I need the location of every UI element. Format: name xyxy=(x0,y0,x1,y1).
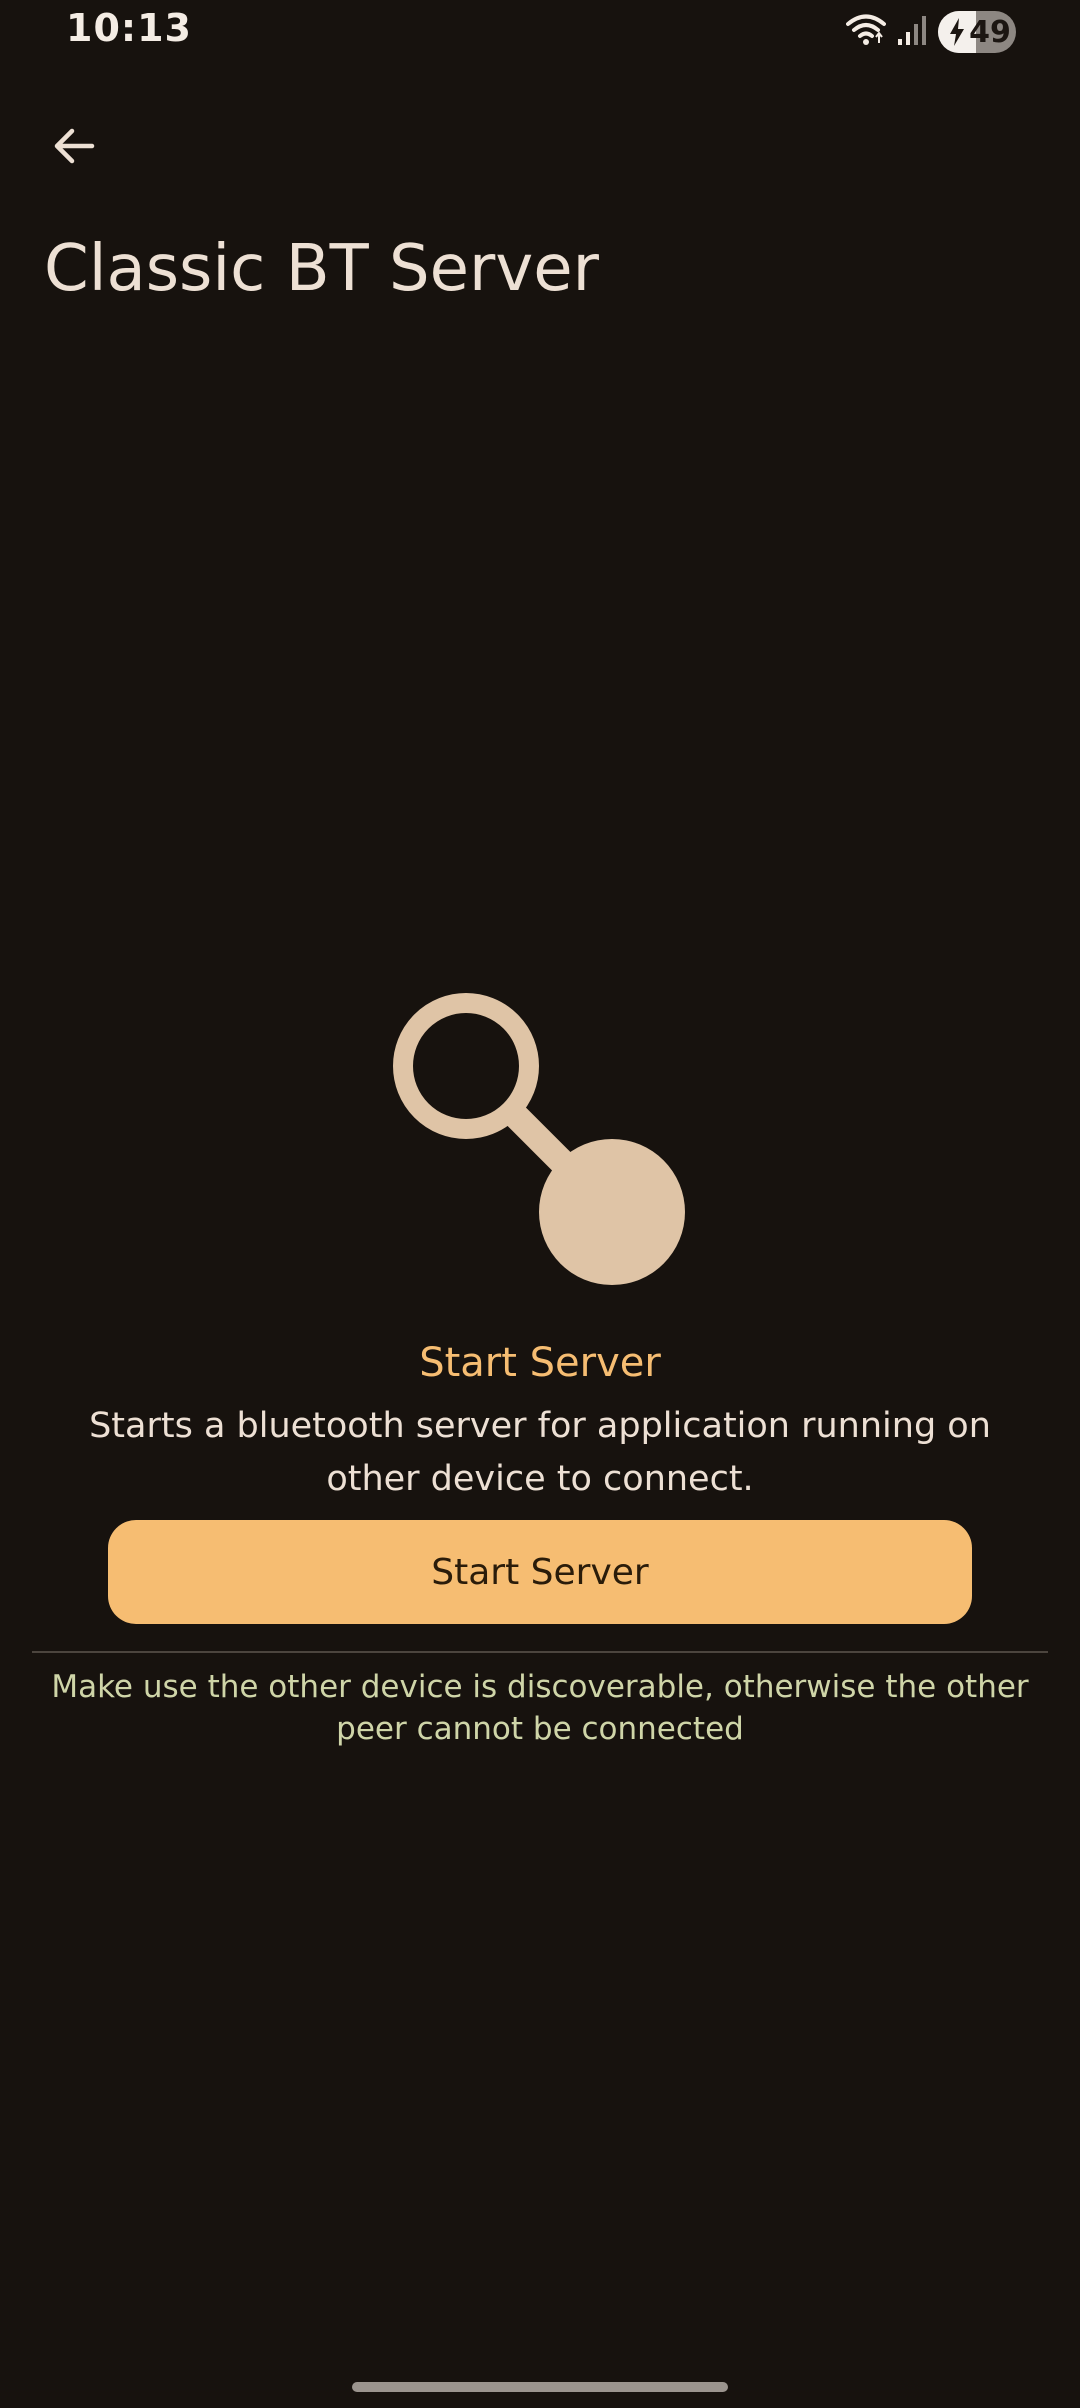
start-server-button[interactable]: Start Server xyxy=(108,1520,972,1624)
divider xyxy=(32,1651,1048,1653)
section-heading: Start Server xyxy=(419,1340,661,1386)
signal-icon xyxy=(896,13,928,51)
status-bar: 10:13 49 xyxy=(0,0,1080,64)
back-button[interactable] xyxy=(42,116,106,180)
discoverable-hint: Make use the other device is discoverabl… xyxy=(51,1669,1029,1747)
page-title: Classic BT Server xyxy=(44,232,599,306)
battery-level: 49 xyxy=(969,14,1011,50)
home-indicator[interactable] xyxy=(352,2382,728,2392)
battery-charging-icon: 49 xyxy=(938,11,1016,53)
wifi-icon xyxy=(846,13,886,51)
section-description: Starts a bluetooth server for applicatio… xyxy=(89,1406,991,1499)
status-icons: 49 xyxy=(846,10,1016,54)
server-link-icon xyxy=(390,990,690,1290)
arrow-left-icon xyxy=(50,122,98,174)
status-time: 10:13 xyxy=(66,6,192,50)
